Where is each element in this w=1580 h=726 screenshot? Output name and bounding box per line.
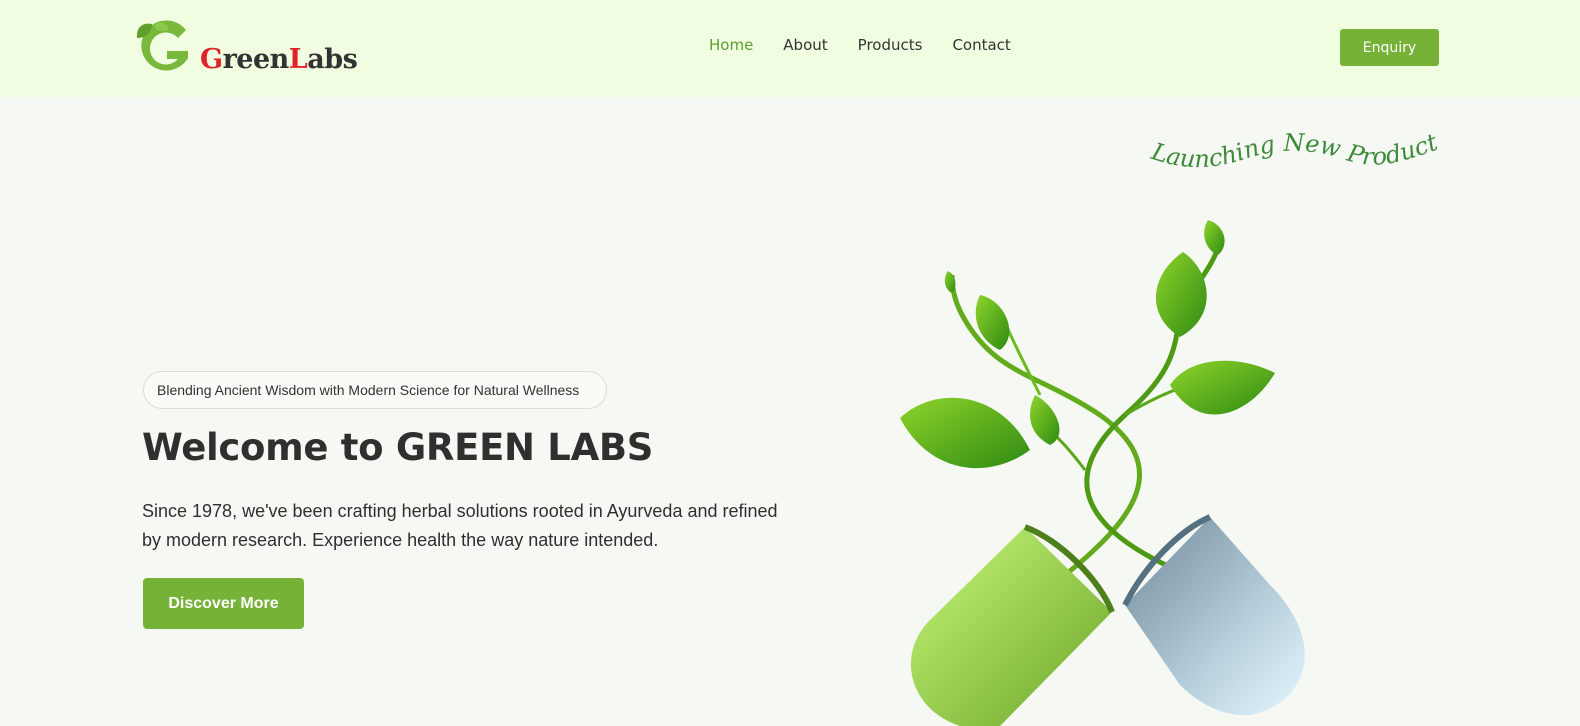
- hero-description: Since 1978, we've been crafting herbal s…: [142, 501, 778, 550]
- nav-contact[interactable]: Contact: [952, 36, 1010, 58]
- brand-initial-l: L: [288, 44, 308, 75]
- nav-products[interactable]: Products: [858, 36, 923, 58]
- brand-logo[interactable]: GreenLabs: [134, 20, 364, 80]
- brand-word-reen: reen: [222, 44, 290, 75]
- brand-word-abs: abs: [307, 44, 358, 75]
- leaf: [1030, 395, 1060, 445]
- launch-announcement: Launching New Product “ABC”: [1148, 128, 1442, 173]
- brand-initial-g: G: [200, 44, 223, 75]
- hero-title: Welcome to GREEN LABS: [142, 426, 654, 469]
- leaf: [1204, 220, 1225, 255]
- enquiry-button[interactable]: Enquiry: [1340, 29, 1439, 66]
- discover-more-button[interactable]: Discover More: [143, 578, 304, 629]
- capsule-blue-half: [1125, 517, 1305, 716]
- leaf: [1170, 360, 1275, 415]
- leaf: [944, 271, 956, 293]
- nav-home[interactable]: Home: [709, 36, 753, 58]
- capsule-green-half: [910, 527, 1112, 726]
- leaf: [1155, 252, 1207, 337]
- site-header: GreenLabs Home About Products Contact En…: [0, 0, 1580, 97]
- launch-announcement-text: Launching New Product “ABC”: [1148, 128, 1442, 173]
- hero-tagline-badge: Blending Ancient Wisdom with Modern Scie…: [143, 371, 608, 409]
- nav-about[interactable]: About: [783, 36, 827, 58]
- main-nav: Home About Products Contact: [709, 36, 1011, 58]
- brand-name: GreenLabs: [200, 44, 358, 75]
- logo-g-leaf-icon: [136, 20, 188, 71]
- herbal-capsule-illustration: [900, 220, 1305, 726]
- leaf: [900, 397, 1030, 469]
